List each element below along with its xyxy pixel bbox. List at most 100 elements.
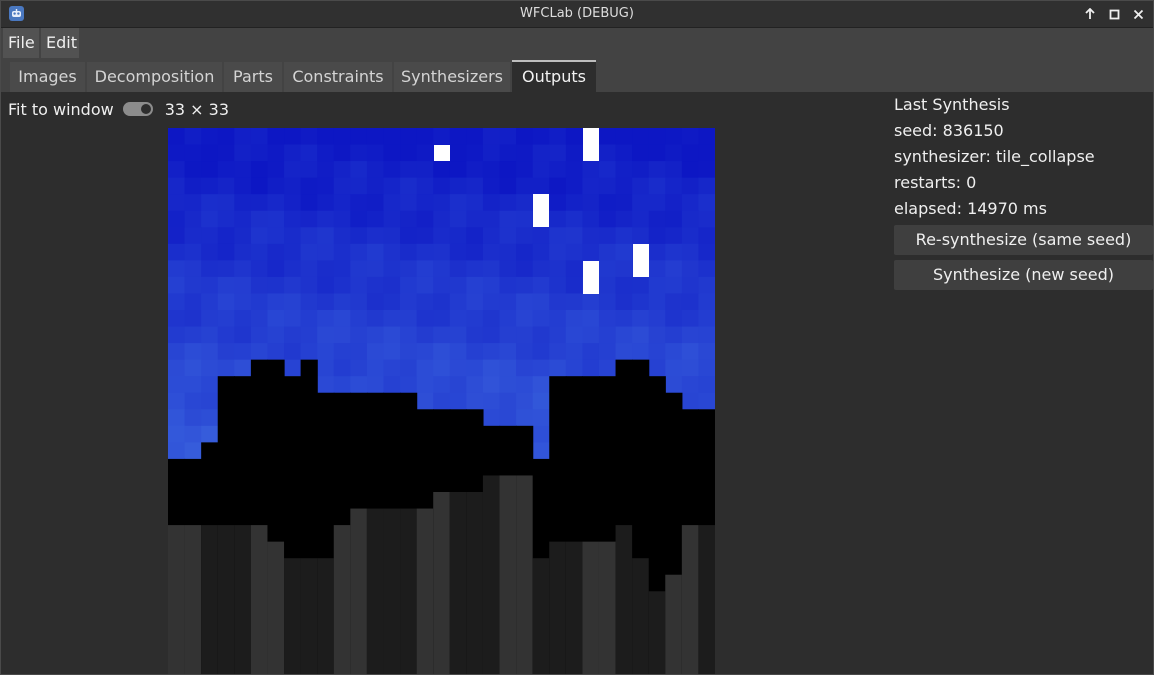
sky-pixel	[317, 194, 335, 212]
sky-pixel	[234, 177, 252, 195]
sky-pixel	[698, 177, 715, 195]
sky-pixel	[516, 161, 534, 179]
fit-to-window-toggle[interactable]	[122, 102, 153, 116]
sky-pixel	[400, 359, 418, 377]
sky-pixel	[681, 392, 700, 410]
sky-pixel	[201, 409, 219, 427]
sky-pixel	[433, 276, 451, 295]
ground-pixel	[681, 525, 700, 674]
sky-pixel	[267, 310, 285, 328]
sky-pixel	[499, 293, 517, 311]
sky-pixel	[284, 128, 302, 146]
synthesize-new-seed-button[interactable]: Synthesize (new seed)	[894, 260, 1153, 290]
sky-pixel	[516, 194, 534, 212]
sky-pixel	[466, 144, 484, 162]
sky-pixel	[184, 293, 202, 311]
sky-pixel	[366, 343, 385, 361]
sky-pixel	[234, 243, 252, 261]
sky-pixel	[482, 409, 501, 427]
sky-pixel	[350, 260, 368, 278]
sky-pixel	[632, 293, 650, 311]
sky-pixel	[400, 128, 418, 146]
tab-outputs[interactable]: Outputs	[512, 60, 596, 94]
sky-pixel	[615, 227, 633, 245]
sky-pixel	[366, 293, 385, 311]
sky-pixel	[449, 326, 467, 344]
sky-pixel	[482, 177, 501, 195]
sky-pixel	[201, 243, 219, 261]
sky-pixel	[317, 243, 335, 261]
sky-pixel	[549, 310, 567, 328]
sky-pixel	[532, 392, 550, 410]
sky-pixel	[665, 310, 683, 328]
app-window: WFCLab (DEBUG) File Edit Images Decompos…	[0, 0, 1154, 675]
sky-pixel	[549, 210, 567, 228]
sky-pixel	[201, 194, 219, 212]
sky-pixel	[499, 326, 517, 344]
sky-pixel	[449, 359, 467, 377]
sky-pixel	[598, 144, 617, 162]
sky-pixel	[648, 293, 666, 311]
sky-pixel	[433, 310, 451, 328]
tab-images[interactable]: Images	[10, 62, 85, 92]
sky-pixel	[250, 128, 269, 146]
sky-pixel	[383, 194, 401, 212]
sky-pixel	[665, 359, 683, 377]
sky-pixel	[615, 161, 633, 179]
sky-pixel	[350, 144, 368, 162]
arrow-up-icon	[1085, 8, 1095, 19]
sky-pixel	[383, 260, 401, 278]
sky-pixel	[284, 276, 302, 295]
sky-pixel	[350, 210, 368, 228]
menu-edit[interactable]: Edit	[41, 28, 79, 58]
sky-pixel	[184, 194, 202, 212]
synthesized-output-image	[168, 128, 715, 674]
sky-pixel	[201, 326, 219, 344]
maximize-button[interactable]	[1105, 4, 1123, 24]
sky-pixel	[184, 260, 202, 278]
sky-pixel	[698, 310, 715, 328]
sky-pixel	[433, 128, 451, 146]
sky-pixel	[201, 210, 219, 228]
sky-pixel	[267, 343, 285, 361]
star-pixel	[583, 128, 599, 161]
sky-pixel	[549, 276, 567, 295]
tab-synthesizers[interactable]: Synthesizers	[394, 62, 510, 92]
resynthesize-same-seed-button[interactable]: Re-synthesize (same seed)	[894, 225, 1153, 255]
sky-pixel	[499, 376, 517, 394]
sky-pixel	[284, 310, 302, 328]
sky-pixel	[416, 227, 434, 245]
sky-pixel	[466, 392, 484, 410]
sky-pixel	[582, 343, 600, 361]
sky-pixel	[317, 293, 335, 311]
sky-pixel	[168, 161, 186, 179]
tab-constraints[interactable]: Constraints	[284, 62, 392, 92]
sky-pixel	[267, 326, 285, 344]
sky-pixel	[267, 243, 285, 261]
keep-above-button[interactable]	[1081, 4, 1099, 24]
sky-pixel	[366, 326, 385, 344]
sky-pixel	[416, 177, 434, 195]
sky-pixel	[582, 210, 600, 228]
sky-pixel	[383, 210, 401, 228]
sky-pixel	[549, 144, 567, 162]
sky-pixel	[333, 310, 351, 328]
menu-file[interactable]: File	[3, 28, 39, 58]
sky-pixel	[284, 144, 302, 162]
close-button[interactable]	[1129, 4, 1147, 24]
sky-pixel	[449, 376, 467, 394]
sky-pixel	[416, 276, 434, 295]
tab-parts[interactable]: Parts	[224, 62, 282, 92]
sky-pixel	[466, 194, 484, 212]
title-bar[interactable]: WFCLab (DEBUG)	[1, 1, 1153, 28]
sky-pixel	[532, 442, 550, 460]
sky-pixel	[482, 276, 501, 295]
tab-decomposition[interactable]: Decomposition	[87, 62, 222, 92]
sky-pixel	[168, 210, 186, 228]
sky-pixel	[400, 376, 418, 394]
sky-pixel	[549, 260, 567, 278]
sky-pixel	[615, 293, 633, 311]
sky-pixel	[681, 343, 700, 361]
sky-pixel	[250, 194, 269, 212]
sky-pixel	[449, 392, 467, 410]
